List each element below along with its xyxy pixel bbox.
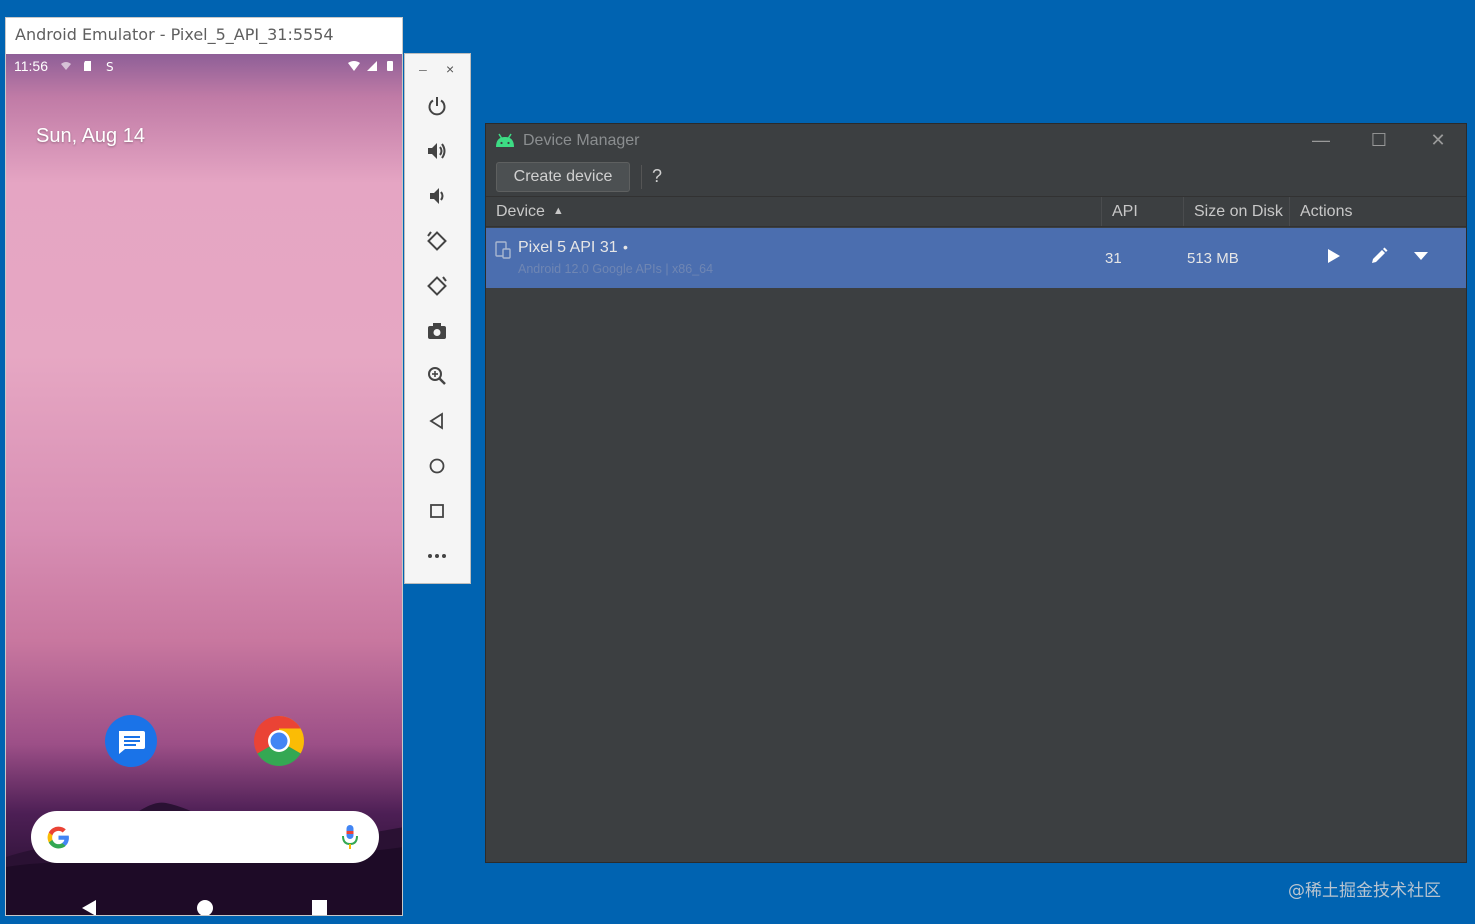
battery-icon bbox=[387, 61, 393, 71]
rotate-left-button[interactable] bbox=[425, 229, 449, 253]
volume-down-icon bbox=[430, 188, 444, 204]
zoom-icon bbox=[428, 367, 446, 385]
column-header-api[interactable]: API bbox=[1102, 197, 1184, 226]
device-running-dot: • bbox=[623, 239, 628, 255]
zoom-button[interactable] bbox=[425, 364, 449, 388]
column-header-actions: Actions bbox=[1300, 203, 1353, 220]
column-header-size[interactable]: Size on Disk bbox=[1184, 197, 1290, 226]
power-button[interactable] bbox=[425, 94, 449, 118]
sd-card-icon bbox=[84, 61, 91, 71]
column-device-label: Device bbox=[496, 203, 545, 220]
minimize-button[interactable]: — bbox=[1301, 130, 1341, 151]
more-button[interactable] bbox=[425, 544, 449, 568]
toolbar-separator bbox=[641, 165, 642, 189]
run-device-button[interactable] bbox=[1323, 245, 1345, 267]
more-icon bbox=[428, 554, 446, 558]
svg-text:S: S bbox=[106, 60, 114, 72]
help-button[interactable]: ? bbox=[652, 166, 662, 187]
device-api: 31 bbox=[1105, 250, 1122, 267]
rotate-right-icon bbox=[427, 276, 447, 296]
power-icon bbox=[428, 97, 446, 116]
chrome-app-icon[interactable] bbox=[253, 715, 305, 767]
microphone-icon[interactable] bbox=[341, 824, 359, 851]
overview-icon bbox=[430, 504, 444, 518]
status-icons-left: S bbox=[60, 60, 116, 72]
close-button[interactable]: ✕ bbox=[1418, 130, 1458, 151]
rotate-right-button[interactable] bbox=[425, 274, 449, 298]
run-icon bbox=[1328, 249, 1340, 263]
toolbar-close-button[interactable]: × bbox=[446, 61, 454, 77]
rotate-left-icon bbox=[427, 231, 447, 251]
google-g-icon bbox=[47, 826, 69, 849]
maximize-button[interactable]: ☐ bbox=[1359, 130, 1399, 151]
wifi-off-icon bbox=[61, 62, 71, 70]
sync-icon: S bbox=[106, 60, 114, 72]
emulator-title: Android Emulator - Pixel_5_API_31:5554 bbox=[6, 18, 402, 54]
toolbar-minimize-button[interactable]: – bbox=[419, 61, 427, 77]
phone-screen[interactable]: 11:56 S Sun, Aug 14 bbox=[6, 54, 402, 916]
nav-home-icon[interactable] bbox=[197, 900, 213, 915]
android-nav-bar bbox=[6, 889, 402, 916]
home-button[interactable] bbox=[425, 454, 449, 478]
device-manager-titlebar[interactable]: Device Manager — ☐ ✕ bbox=[486, 124, 1466, 158]
volume-down-button[interactable] bbox=[425, 184, 449, 208]
emulator-window: Android Emulator - Pixel_5_API_31:5554 1… bbox=[5, 17, 403, 916]
back-icon bbox=[429, 412, 443, 430]
column-header-device[interactable]: Device ▲ bbox=[486, 197, 1102, 226]
home-date[interactable]: Sun, Aug 14 bbox=[36, 125, 145, 148]
sort-ascending-icon: ▲ bbox=[552, 205, 564, 217]
overview-button[interactable] bbox=[425, 499, 449, 523]
nav-back-icon[interactable] bbox=[81, 899, 97, 916]
device-size: 513 MB bbox=[1187, 250, 1239, 267]
more-actions-button[interactable] bbox=[1410, 245, 1432, 267]
device-manager-toolbar: Create device ? bbox=[486, 158, 1466, 196]
device-icon bbox=[495, 241, 511, 259]
device-subtitle: Android 12.0 Google APIs | x86_64 bbox=[518, 262, 714, 276]
toolbar-header: – × bbox=[405, 54, 470, 84]
device-manager-title: Device Manager bbox=[523, 132, 640, 149]
watermark: @稀土掘金技术社区 bbox=[1288, 881, 1441, 901]
back-button[interactable] bbox=[425, 409, 449, 433]
device-name: Pixel 5 API 31 bbox=[518, 239, 618, 256]
table-row[interactable]: Pixel 5 API 31 • Android 12.0 Google API… bbox=[486, 228, 1466, 288]
screenshot-button[interactable] bbox=[425, 319, 449, 343]
status-bar: 11:56 S bbox=[6, 54, 402, 78]
device-table-header: Device ▲ API Size on Disk Actions bbox=[486, 196, 1466, 227]
edit-icon bbox=[1372, 247, 1388, 263]
android-icon bbox=[496, 133, 514, 147]
edit-device-button[interactable] bbox=[1368, 245, 1390, 267]
home-icon bbox=[429, 458, 445, 474]
volume-up-button[interactable] bbox=[425, 139, 449, 163]
signal-icon bbox=[367, 61, 377, 71]
device-manager-window: Device Manager — ☐ ✕ Create device ? Dev… bbox=[485, 123, 1467, 863]
more-dropdown-icon bbox=[1414, 252, 1428, 260]
status-icons-right bbox=[348, 60, 396, 72]
status-time: 11:56 bbox=[14, 58, 48, 74]
camera-icon bbox=[428, 323, 446, 339]
messages-app-icon[interactable] bbox=[105, 715, 157, 767]
google-search-bar[interactable] bbox=[31, 811, 379, 863]
messages-glyph-icon bbox=[106, 716, 156, 766]
wifi-icon bbox=[348, 61, 360, 71]
chrome-glyph-icon bbox=[254, 716, 304, 766]
nav-recents-icon[interactable] bbox=[312, 900, 327, 915]
emulator-toolbar: – × bbox=[404, 53, 471, 584]
volume-up-icon bbox=[428, 143, 446, 159]
create-device-button[interactable]: Create device bbox=[496, 162, 630, 192]
